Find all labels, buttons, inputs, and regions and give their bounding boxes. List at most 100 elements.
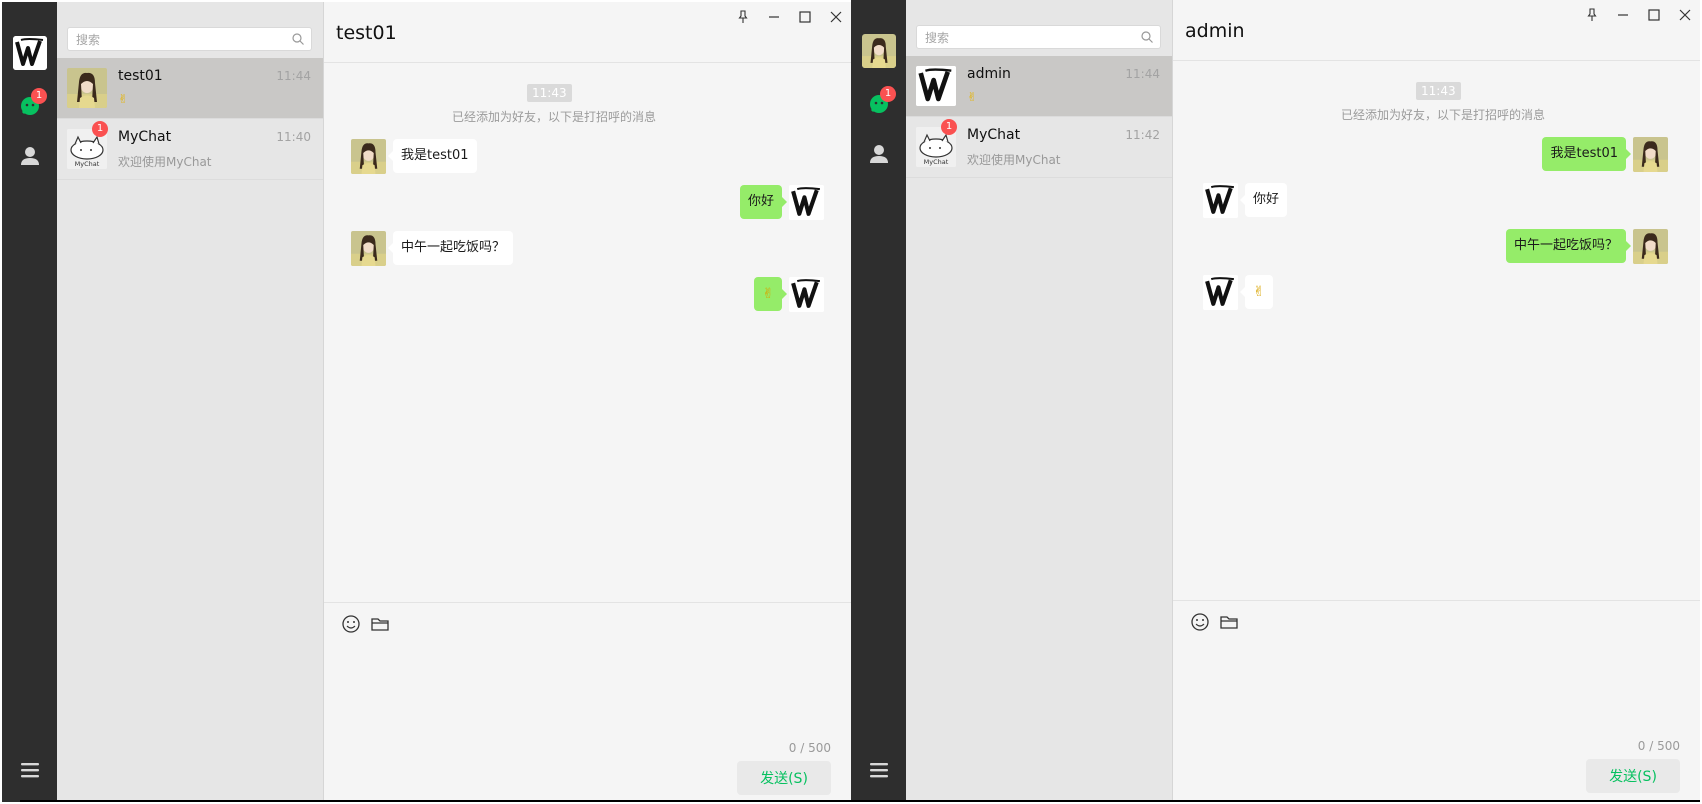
nav-chats-icon[interactable]: 1: [18, 88, 47, 118]
window-controls: [725, 8, 845, 26]
nav-contacts-icon[interactable]: [867, 142, 891, 166]
folder-icon[interactable]: [369, 613, 391, 635]
send-button[interactable]: 发送(S): [1586, 759, 1680, 793]
conversation-list: admin 11:44 ✌ MyChat 1 MyChat 11:42 欢迎使用…: [906, 0, 1173, 802]
message-bubble[interactable]: 中午一起吃饭吗？: [1505, 229, 1632, 263]
conversation-name: MyChat: [118, 129, 172, 145]
folder-icon[interactable]: [1218, 611, 1240, 633]
conversation-name: MyChat: [967, 127, 1021, 143]
message-bubble[interactable]: 我是test01: [1542, 137, 1631, 171]
close-icon[interactable]: [827, 8, 845, 26]
conversation-preview: ✌: [967, 90, 978, 104]
message-bubble[interactable]: 你好: [1239, 183, 1288, 217]
minimize-icon[interactable]: [765, 8, 783, 26]
pin-icon[interactable]: [1583, 6, 1601, 24]
conversation-preview: ✌: [118, 92, 129, 106]
send-button[interactable]: 发送(S): [737, 761, 831, 795]
search-box: [67, 27, 312, 51]
minimize-icon[interactable]: [1614, 6, 1632, 24]
message-outgoing: ✌: [324, 277, 851, 313]
conversation-time: 11:42: [1125, 128, 1160, 142]
message-incoming: 中午一起吃饭吗？: [324, 231, 851, 267]
conversation-time: 11:44: [1125, 67, 1160, 81]
maximize-icon[interactable]: [796, 8, 814, 26]
conversation-item-admin[interactable]: admin 11:44 ✌: [906, 56, 1172, 117]
unread-badge: 1: [880, 86, 896, 102]
emoji-icon[interactable]: [1189, 611, 1211, 633]
search-input[interactable]: [923, 27, 1127, 49]
conversation-preview: 欢迎使用MyChat: [967, 153, 1061, 167]
avatar[interactable]: [789, 185, 824, 220]
svg-text:MyChat: MyChat: [924, 158, 949, 166]
chat-header: admin: [1173, 0, 1700, 61]
pin-icon[interactable]: [734, 8, 752, 26]
search-box: [916, 25, 1161, 49]
chat-window-admin: 1 admin 11:44 ✌ MyChat 1 MyChat: [851, 0, 1700, 802]
unread-badge: 1: [92, 121, 108, 137]
my-avatar[interactable]: [862, 34, 896, 68]
conversation-name: admin: [967, 66, 1011, 82]
composer: 0 / 500 发送(S): [324, 602, 851, 802]
nav-contacts-icon[interactable]: [18, 144, 42, 168]
message-bubble[interactable]: 你好: [739, 185, 788, 219]
avatar[interactable]: [1633, 137, 1668, 172]
message-list: 11:43 已经添加为好友，以下是打招呼的消息 我是test01 你好 中午一起…: [324, 62, 851, 602]
message-bubble[interactable]: 我是test01: [388, 139, 477, 173]
message-incoming: 我是test01: [324, 139, 851, 175]
avatar[interactable]: [789, 277, 824, 312]
char-counter: 0 / 500: [1637, 739, 1680, 753]
chat-header: test01: [324, 2, 851, 63]
avatar[interactable]: [351, 231, 386, 266]
time-divider: 11:43: [1416, 82, 1461, 100]
message-input[interactable]: [339, 643, 838, 737]
message-incoming: ✌: [1173, 275, 1700, 311]
system-note: 已经添加为好友，以下是打招呼的消息: [452, 110, 657, 124]
composer: 0 / 500 发送(S): [1173, 600, 1700, 802]
avatar: [916, 66, 956, 106]
svg-text:MyChat: MyChat: [75, 160, 100, 168]
unread-badge: 1: [31, 88, 47, 104]
conversation-item-mychat[interactable]: MyChat 1 MyChat 11:40 欢迎使用MyChat: [57, 119, 323, 180]
avatar[interactable]: [1633, 229, 1668, 264]
avatar: [67, 68, 107, 108]
chat-title: test01: [336, 22, 397, 44]
avatar[interactable]: [1203, 275, 1238, 310]
message-outgoing: 你好: [324, 185, 851, 221]
chat-panel: test01 11:43 已经添加为好友，以下是打招呼的消息 我是test01: [324, 2, 851, 802]
chat-window-test01: 1 test01 11:44 ✌ MyChat 1 MyChat: [2, 2, 851, 802]
message-outgoing: 中午一起吃饭吗？: [1173, 229, 1700, 265]
time-divider: 11:43: [527, 84, 572, 102]
conversation-name: test01: [118, 68, 163, 84]
message-bubble[interactable]: ✌: [1240, 275, 1273, 309]
emoji-icon[interactable]: [340, 613, 362, 635]
search-icon[interactable]: [291, 32, 305, 46]
nav-chats-icon[interactable]: 1: [867, 86, 896, 116]
my-avatar[interactable]: [13, 36, 47, 70]
close-icon[interactable]: [1676, 6, 1694, 24]
message-bubble[interactable]: ✌: [754, 277, 787, 311]
conversation-item-test01[interactable]: test01 11:44 ✌: [57, 58, 323, 119]
menu-icon[interactable]: [867, 758, 891, 782]
w-logo-icon: [13, 36, 47, 70]
chat-title: admin: [1185, 20, 1245, 42]
divider: [20, 800, 1700, 802]
search-icon[interactable]: [1140, 30, 1154, 44]
avatar[interactable]: [1203, 183, 1238, 218]
message-input[interactable]: [1188, 641, 1687, 735]
sidebar-rail: 1: [851, 0, 906, 802]
message-list: 11:43 已经添加为好友，以下是打招呼的消息 我是test01 你好 中午一起…: [1173, 60, 1700, 600]
system-note: 已经添加为好友，以下是打招呼的消息: [1341, 108, 1546, 122]
sidebar-rail: 1: [2, 2, 57, 802]
avatar[interactable]: [351, 139, 386, 174]
unread-badge: 1: [941, 119, 957, 135]
conversation-item-mychat[interactable]: MyChat 1 MyChat 11:42 欢迎使用MyChat: [906, 117, 1172, 178]
chat-panel: admin 11:43 已经添加为好友，以下是打招呼的消息 我是test01 你…: [1173, 0, 1700, 802]
conversation-preview: 欢迎使用MyChat: [118, 155, 212, 169]
conversation-time: 11:44: [276, 69, 311, 83]
menu-icon[interactable]: [18, 758, 42, 782]
window-controls: [1574, 6, 1694, 24]
message-bubble[interactable]: 中午一起吃饭吗？: [387, 231, 514, 265]
char-counter: 0 / 500: [788, 741, 831, 755]
search-input[interactable]: [74, 29, 278, 51]
maximize-icon[interactable]: [1645, 6, 1663, 24]
